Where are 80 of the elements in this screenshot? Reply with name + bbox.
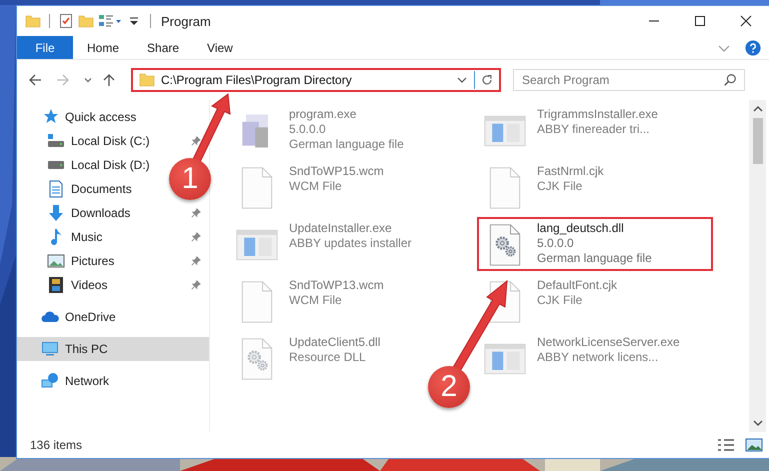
file-name: lang_deutsch.dll (537, 221, 625, 236)
film-icon (47, 276, 65, 294)
file-detail: CJK File (537, 179, 584, 194)
download-arrow-icon (47, 204, 65, 222)
file-name: UpdateInstaller.exe (289, 221, 393, 236)
maximize-icon (694, 15, 706, 27)
file-detail: German language file (537, 251, 652, 266)
file-tile[interactable]: FastNrml.cjk CJK File (477, 160, 610, 214)
sidebar-item[interactable]: Quick access (17, 105, 209, 129)
file-name: TrigrammsInstaller.exe (537, 107, 658, 122)
sidebar-item[interactable]: Documents (17, 177, 136, 201)
file-tile[interactable]: lang_deutsch.dll 5.0.0.0 German language file (477, 217, 713, 271)
network-icon (41, 372, 59, 390)
sidebar-item[interactable]: Local Disk (C:) (17, 129, 154, 153)
file-name: FastNrml.cjk (537, 164, 604, 179)
properties-icon[interactable] (58, 13, 74, 29)
file-name: UpdateClient5.dll (289, 335, 380, 350)
file-name: DefaultFont.cjk (537, 278, 618, 293)
pin-icon[interactable] (191, 136, 201, 146)
file-detail: ABBY network licens... (537, 350, 660, 365)
recent-caret-icon[interactable] (83, 75, 93, 85)
sidebar-item[interactable]: This PC (17, 337, 209, 361)
file-detail: CJK File (537, 293, 584, 308)
pin-icon[interactable] (191, 280, 201, 290)
sidebar-item[interactable]: Pictures (17, 249, 118, 273)
file-tile[interactable]: UpdateClient5.dll Resource DLL (229, 331, 386, 385)
search-field[interactable]: Search Program (513, 69, 745, 91)
file-tile[interactable]: SndToWP13.wcm WCM File (229, 274, 390, 328)
expand-ribbon-icon[interactable] (717, 42, 731, 52)
sidebar-item[interactable]: Videos (17, 273, 112, 297)
search-icon (723, 73, 737, 87)
file-detail: ABBY finereader tri... (537, 122, 650, 137)
pin-icon[interactable] (191, 208, 201, 218)
scrollbar-thumb[interactable] (752, 118, 762, 164)
picture-icon (47, 252, 65, 270)
pin-icon[interactable] (191, 256, 201, 266)
thumbnail-view-icon[interactable] (745, 438, 763, 452)
document-icon (47, 180, 65, 198)
file-tile[interactable]: TrigrammsInstaller.exe ABBY finereader tri... (477, 103, 664, 157)
scrollbar[interactable] (749, 100, 766, 432)
file-detail: WCM File (289, 179, 343, 194)
up-arrow-icon[interactable] (101, 72, 117, 88)
sidebar-item[interactable]: Downloads (17, 201, 134, 225)
ribbon-tab[interactable]: Share (133, 36, 194, 59)
file-tile[interactable]: UpdateInstaller.exe ABBY updates installer (229, 217, 418, 271)
sidebar-item[interactable]: Music (17, 225, 106, 249)
file-tile[interactable]: program.exe 5.0.0.0 German language file (229, 103, 410, 157)
file-tile[interactable]: NetworkLicenseServer.exe ABBY network licens... (477, 331, 686, 385)
drive-icon (47, 132, 65, 150)
file-detail: WCM File (289, 293, 343, 308)
item-count: 136 items (30, 438, 82, 452)
address-bar[interactable]: C:\Program Files\Program Directory (131, 68, 501, 92)
window-title: Program (161, 14, 211, 28)
sidebar-item[interactable]: Network (17, 369, 209, 393)
close-icon (740, 15, 752, 27)
address-path: C:\Program Files\Program Directory (161, 73, 353, 87)
file-name: SndToWP15.wcm (289, 164, 384, 179)
layout-icon[interactable] (98, 13, 122, 29)
file-name: NetworkLicenseServer.exe (537, 335, 680, 350)
file-name: program.exe (289, 107, 358, 122)
sidebar-item[interactable]: Local Disk (D:) (17, 153, 154, 177)
file-detail: Resource DLL (289, 350, 367, 365)
file-detail: 5.0.0.0 (537, 236, 575, 251)
refresh-icon[interactable] (480, 73, 494, 87)
ribbon-tab[interactable]: View (193, 36, 247, 59)
file-detail: 5.0.0.0 (289, 122, 327, 137)
file-detail: German language file (289, 137, 404, 152)
details-view-icon[interactable] (717, 438, 735, 452)
folder-icon (139, 72, 155, 88)
dropdown-caret-icon[interactable] (456, 75, 468, 85)
computer-icon (41, 340, 59, 358)
file-menu-button[interactable]: File (17, 36, 73, 59)
file-name: SndToWP13.wcm (289, 278, 384, 293)
pin-icon[interactable] (191, 232, 201, 242)
file-detail: ABBY updates installer (289, 236, 412, 251)
file-tile[interactable]: SndToWP15.wcm WCM File (229, 160, 390, 214)
back-arrow-icon[interactable] (27, 72, 43, 88)
help-icon[interactable] (745, 40, 761, 56)
sidebar-item[interactable]: OneDrive (17, 305, 209, 329)
ribbon-tab[interactable]: Home (73, 36, 134, 59)
